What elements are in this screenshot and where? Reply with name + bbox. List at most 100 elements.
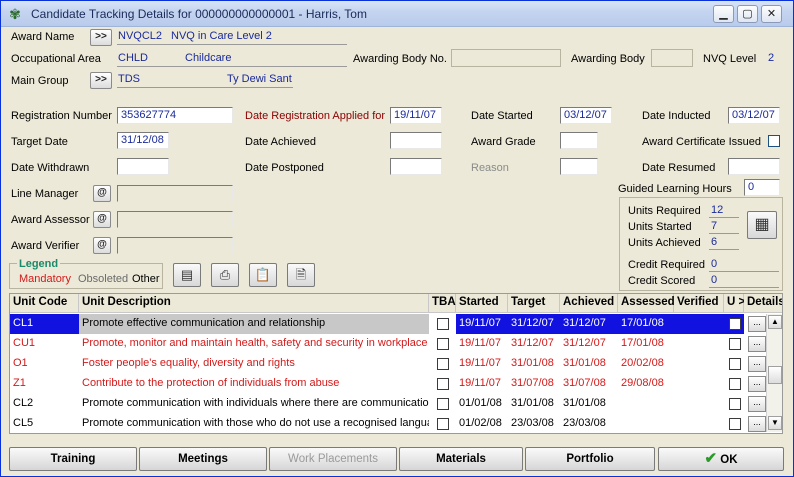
guided-learning-hours-label: Guided Learning Hours	[618, 183, 732, 195]
registration-number-label: Registration Number	[11, 110, 112, 122]
grid-scrollbar[interactable]: ▲ ▼	[766, 314, 782, 432]
scroll-down-button[interactable]: ▼	[768, 416, 782, 430]
verified-cell	[674, 414, 724, 433]
details-button[interactable]: ...	[748, 416, 766, 432]
line-manager-label: Line Manager	[11, 188, 79, 200]
achieved-cell: 31/12/07	[563, 337, 606, 349]
details-button[interactable]: ...	[748, 336, 766, 352]
maximize-button[interactable]: ▢	[737, 5, 758, 23]
date-resumed-input[interactable]	[728, 158, 780, 175]
table-row[interactable]: CL5 Promote communication with those who…	[10, 414, 782, 433]
verified-cell	[674, 334, 724, 354]
award-grade-input[interactable]	[560, 132, 598, 149]
table-row[interactable]: CL1 Promote effective communication and …	[10, 314, 782, 334]
col-achieved[interactable]: Achieved	[560, 294, 618, 313]
table-row[interactable]: O1 Foster people's equality, diversity a…	[10, 354, 782, 374]
ok-button[interactable]: ✔ OK	[658, 447, 784, 471]
achieved-cell: 31/07/08	[563, 377, 606, 389]
credit-required-label: Credit Required	[628, 259, 706, 271]
guided-learning-hours-input[interactable]: 0	[744, 179, 780, 196]
print-button[interactable]: ⎙	[211, 263, 239, 287]
registration-number-input[interactable]: 353627774	[117, 107, 233, 124]
line-manager-field	[117, 185, 233, 202]
materials-button[interactable]: Materials	[399, 447, 523, 471]
award-assessor-lookup-button[interactable]: @	[93, 211, 111, 228]
col-unit-code[interactable]: Unit Code	[10, 294, 79, 313]
col-started[interactable]: Started	[456, 294, 508, 313]
line-manager-lookup-button[interactable]: @	[93, 185, 111, 202]
units-required-label: Units Required	[628, 205, 701, 217]
date-withdrawn-input[interactable]	[117, 158, 169, 175]
title-bar[interactable]: ✾ Candidate Tracking Details for 0000000…	[1, 1, 793, 27]
calculator-button[interactable]: ▦	[747, 211, 777, 239]
target-date-input[interactable]: 31/12/08	[117, 132, 169, 149]
col-tba[interactable]: TBA	[429, 294, 456, 313]
units-required-value: 12	[711, 204, 724, 216]
u-checkbox[interactable]	[729, 318, 741, 330]
achieved-cell: 23/03/08	[563, 417, 606, 429]
col-u[interactable]: U >	[724, 294, 745, 313]
table-row[interactable]: Z1 Contribute to the protection of indiv…	[10, 374, 782, 394]
award-certificate-checkbox[interactable]	[768, 135, 780, 147]
report-button[interactable]: ▤	[173, 263, 201, 287]
tba-checkbox[interactable]	[437, 398, 449, 410]
u-checkbox[interactable]	[729, 338, 741, 350]
work-placements-button[interactable]: Work Placements	[269, 447, 397, 471]
col-target[interactable]: Target	[508, 294, 560, 313]
credit-required-underline	[709, 257, 779, 272]
new-document-icon: 🗎	[295, 267, 307, 282]
assessed-cell: 17/01/08	[618, 314, 674, 334]
col-details[interactable]: Details	[744, 294, 782, 313]
close-button[interactable]: ✕	[761, 5, 782, 23]
u-checkbox[interactable]	[729, 378, 741, 390]
table-row[interactable]: CU1 Promote, monitor and maintain health…	[10, 334, 782, 354]
col-verified[interactable]: Verified	[674, 294, 724, 313]
date-registration-applied-input[interactable]: 19/11/07	[390, 107, 442, 124]
u-checkbox[interactable]	[729, 358, 741, 370]
date-inducted-input[interactable]: 03/12/07	[728, 107, 780, 124]
tba-checkbox[interactable]	[437, 378, 449, 390]
scroll-thumb[interactable]	[768, 366, 782, 384]
tba-checkbox[interactable]	[437, 358, 449, 370]
details-button[interactable]: ...	[748, 396, 766, 412]
award-verifier-lookup-button[interactable]: @	[93, 237, 111, 254]
copy-button[interactable]: 📋	[249, 263, 277, 287]
col-assessed[interactable]: Assessed	[618, 294, 675, 313]
main-group-button[interactable]: >>	[90, 72, 112, 89]
date-postponed-input[interactable]	[390, 158, 442, 175]
u-checkbox[interactable]	[729, 418, 741, 430]
unit-code-cell: CL5	[13, 417, 34, 429]
unit-code-cell: CL2	[13, 397, 34, 409]
details-button[interactable]: ...	[748, 316, 766, 332]
units-grid[interactable]: Unit Code Unit Description TBA Started T…	[9, 293, 783, 434]
portfolio-button[interactable]: Portfolio	[525, 447, 655, 471]
achieved-cell: 31/01/08	[563, 357, 606, 369]
award-name-button[interactable]: >>	[90, 29, 112, 46]
date-resumed-label: Date Resumed	[642, 162, 716, 174]
tba-checkbox[interactable]	[437, 338, 449, 350]
main-group-label: Main Group	[11, 75, 69, 87]
minimize-button[interactable]: ▁	[713, 5, 734, 23]
u-checkbox[interactable]	[729, 398, 741, 410]
tba-checkbox[interactable]	[437, 318, 449, 330]
date-started-input[interactable]: 03/12/07	[560, 107, 612, 124]
credit-scored-label: Credit Scored	[628, 275, 696, 287]
target-cell: 31/01/08	[511, 397, 554, 409]
reason-input[interactable]	[560, 158, 598, 175]
col-unit-description[interactable]: Unit Description	[79, 294, 429, 313]
training-button[interactable]: Training	[9, 447, 137, 471]
occupational-area-underline	[117, 52, 347, 67]
assessed-cell: 20/02/08	[621, 357, 664, 369]
new-document-button[interactable]: 🗎	[287, 263, 315, 287]
table-row[interactable]: CL2 Promote communication with individua…	[10, 394, 782, 414]
credit-required-value: 0	[711, 258, 718, 270]
scroll-up-button[interactable]: ▲	[768, 315, 782, 329]
details-button[interactable]: ...	[748, 356, 766, 372]
tba-checkbox[interactable]	[437, 418, 449, 430]
meetings-button[interactable]: Meetings	[139, 447, 267, 471]
date-registration-applied-label: Date Registration Applied for	[245, 110, 386, 122]
achieved-cell: 31/01/08	[563, 397, 606, 409]
date-achieved-input[interactable]	[390, 132, 442, 149]
clipboard-icon: 📋	[254, 267, 272, 282]
details-button[interactable]: ...	[748, 376, 766, 392]
